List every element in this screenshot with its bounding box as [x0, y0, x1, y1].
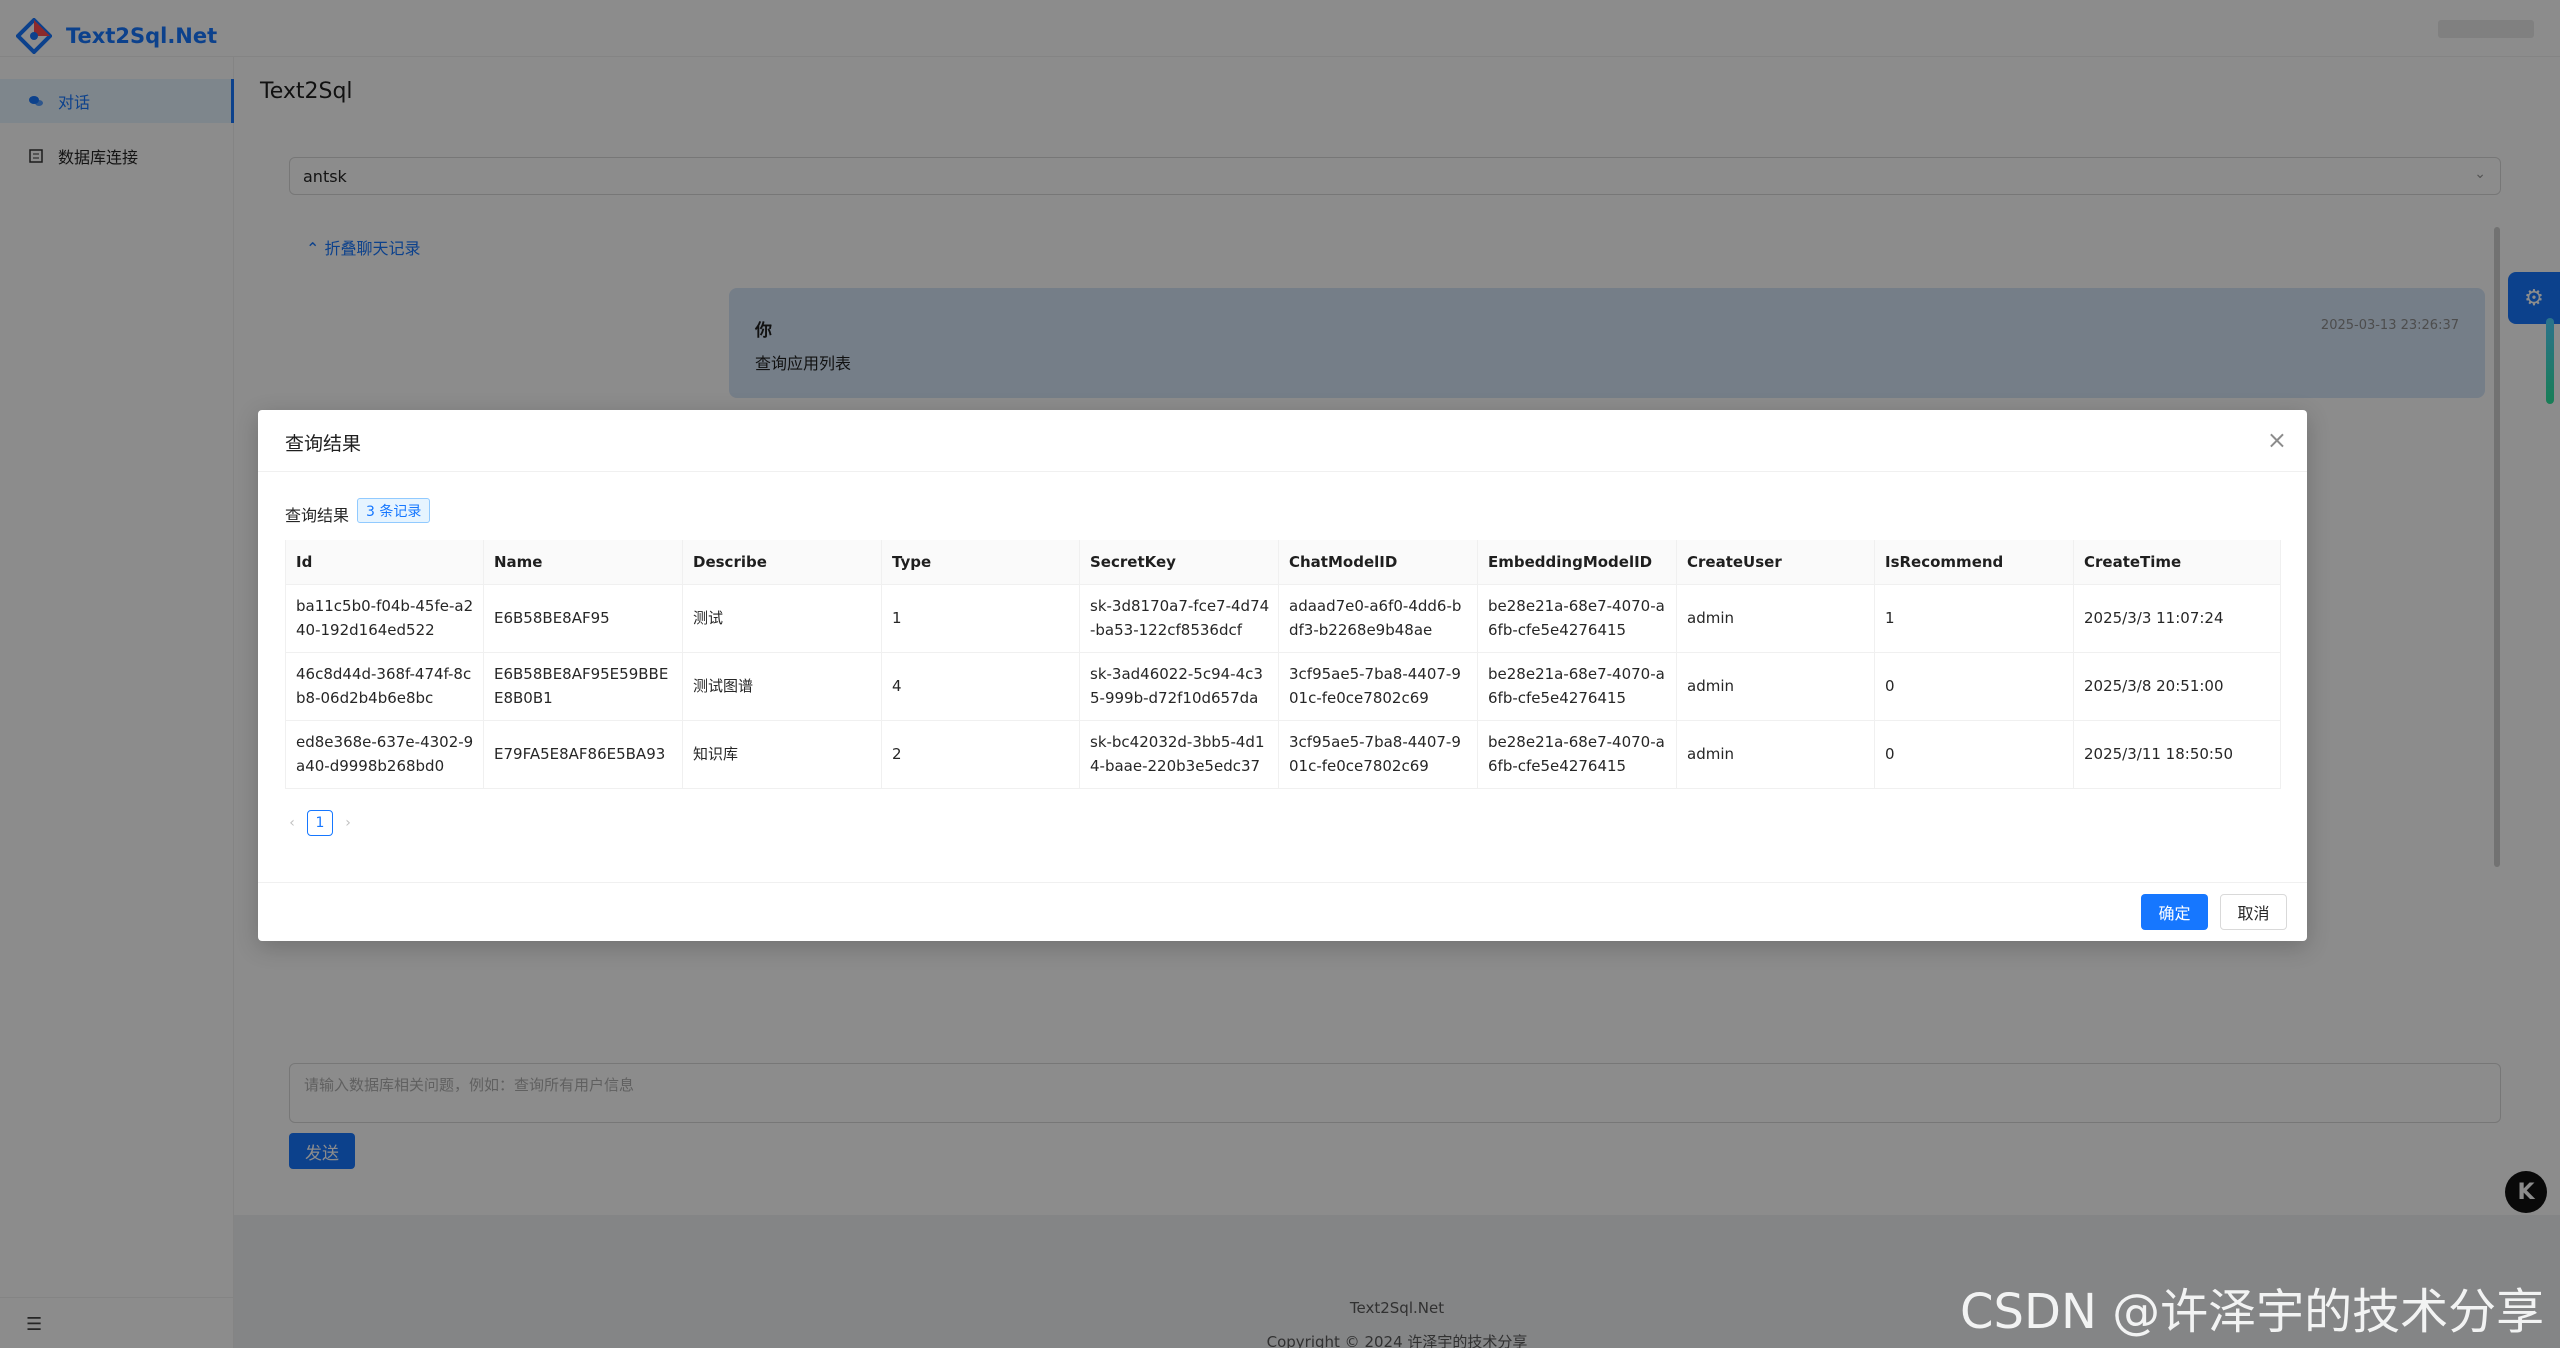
- table-cell: ed8e368e-637e-4302-9a40-d9998b268bd0: [285, 720, 484, 789]
- table-header-row: Id Name Describe Type SecretKey ChatModelID Em…: [285, 540, 2281, 585]
- table-cell: be28e21a-68e7-4070-a6fb-cfe5e4276415: [1477, 652, 1677, 721]
- column-header: Describe: [682, 540, 882, 585]
- table-cell: 2025/3/3 11:07:24: [2073, 584, 2281, 653]
- table-cell: E6B58BE8AF95E59BBEE8B0B1: [483, 652, 683, 721]
- table-cell: 测试: [682, 584, 882, 653]
- table-cell: 4: [881, 652, 1080, 721]
- table-cell: 1: [881, 584, 1080, 653]
- table-cell: 测试图谱: [682, 652, 882, 721]
- table-cell: be28e21a-68e7-4070-a6fb-cfe5e4276415: [1477, 584, 1677, 653]
- column-header: Name: [483, 540, 683, 585]
- table-cell: E79FA5E8AF86E5BA93: [483, 720, 683, 789]
- result-count-tag: 3 条记录: [357, 498, 431, 523]
- result-label: 查询结果: [285, 506, 350, 525]
- table-cell: adaad7e0-a6f0-4dd6-bdf3-b2268e9b48ae: [1278, 584, 1478, 653]
- table-row: ed8e368e-637e-4302-9a40-d9998b268bd0 E79F…: [285, 720, 2281, 789]
- result-table: Id Name Describe Type SecretKey ChatModelID Em…: [285, 540, 2281, 789]
- table-cell: admin: [1676, 584, 1875, 653]
- left-icon[interactable]: ‹: [285, 815, 299, 831]
- modal-footer: 确定 取消: [258, 882, 2307, 941]
- column-header: IsRecommend: [1874, 540, 2074, 585]
- table-cell: sk-bc42032d-3bb5-4d14-baae-220b3e5edc37: [1079, 720, 1279, 789]
- pagination: ‹ 1 ›: [285, 810, 355, 836]
- column-header: Type: [881, 540, 1080, 585]
- table-cell: 0: [1874, 720, 2074, 789]
- table-cell: sk-3d8170a7-fce7-4d74-ba53-122cf8536dcf: [1079, 584, 1279, 653]
- table-row: ba11c5b0-f04b-45fe-a240-192d164ed522 E6B5…: [285, 584, 2281, 653]
- table-row: 46c8d44d-368f-474f-8cb8-06d2b4b6e8bc E6B5…: [285, 652, 2281, 721]
- table-cell: E6B58BE8AF95: [483, 584, 683, 653]
- table-cell: be28e21a-68e7-4070-a6fb-cfe5e4276415: [1477, 720, 1677, 789]
- table-cell: 46c8d44d-368f-474f-8cb8-06d2b4b6e8bc: [285, 652, 484, 721]
- table-cell: 2025/3/8 20:51:00: [2073, 652, 2281, 721]
- table-cell: 3cf95ae5-7ba8-4407-901c-fe0ce7802c69: [1278, 652, 1478, 721]
- table-cell: 3cf95ae5-7ba8-4407-901c-fe0ce7802c69: [1278, 720, 1478, 789]
- modal-title: 查询结果: [285, 433, 362, 455]
- column-header: SecretKey: [1079, 540, 1279, 585]
- page-item-current[interactable]: 1: [307, 810, 333, 836]
- column-header: ChatModelID: [1278, 540, 1478, 585]
- column-header: Id: [285, 540, 484, 585]
- table-cell: 0: [1874, 652, 2074, 721]
- column-header: EmbeddingModelID: [1477, 540, 1677, 585]
- close-icon[interactable]: ×: [2267, 426, 2287, 454]
- table-cell: 2: [881, 720, 1080, 789]
- right-icon[interactable]: ›: [341, 815, 355, 831]
- table-cell: 2025/3/11 18:50:50: [2073, 720, 2281, 789]
- table-cell: admin: [1676, 720, 1875, 789]
- watermark: CSDN @许泽宇的技术分享: [1960, 1284, 2545, 1340]
- table-cell: 知识库: [682, 720, 882, 789]
- table-cell: ba11c5b0-f04b-45fe-a240-192d164ed522: [285, 584, 484, 653]
- cancel-button[interactable]: 取消: [2220, 894, 2287, 930]
- query-result-modal: 查询结果 × 查询结果 3 条记录 Id Name Describe Type Secr…: [258, 410, 2307, 941]
- modal-header: 查询结果 ×: [258, 410, 2307, 472]
- ok-button[interactable]: 确定: [2141, 894, 2208, 930]
- table-cell: sk-3ad46022-5c94-4c35-999b-d72f10d657da: [1079, 652, 1279, 721]
- column-header: CreateUser: [1676, 540, 1875, 585]
- table-cell: admin: [1676, 652, 1875, 721]
- column-header: CreateTime: [2073, 540, 2281, 585]
- table-cell: 1: [1874, 584, 2074, 653]
